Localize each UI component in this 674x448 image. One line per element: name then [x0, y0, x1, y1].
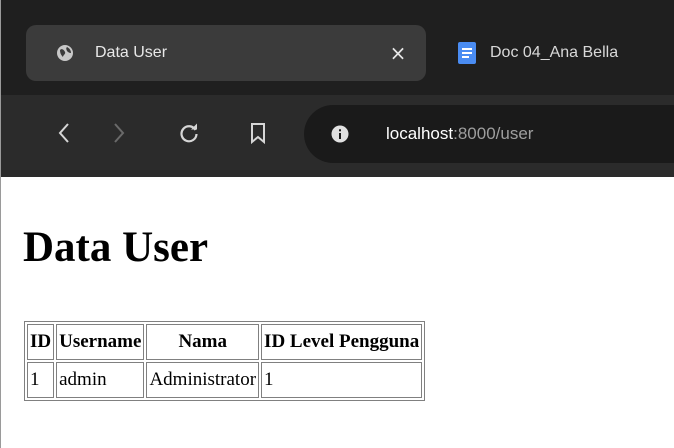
- table-cell: admin: [56, 362, 145, 398]
- chevron-right-icon: [114, 123, 125, 143]
- column-header: Username: [56, 324, 145, 360]
- table-cell: 1: [27, 362, 55, 398]
- column-header: ID Level Pengguna: [261, 324, 423, 360]
- info-icon[interactable]: [331, 125, 349, 143]
- forward-button[interactable]: [102, 116, 136, 150]
- address-bar[interactable]: localhost:8000/user: [304, 105, 674, 163]
- table-cell: Administrator: [146, 362, 260, 398]
- url-path: :8000/user: [453, 124, 534, 143]
- back-button[interactable]: [47, 116, 81, 150]
- bookmark-button[interactable]: [241, 116, 275, 150]
- url-host: localhost: [386, 124, 454, 143]
- tab-data-user[interactable]: Data User ×: [26, 25, 426, 81]
- chevron-left-icon: [58, 123, 69, 143]
- browser-toolbar: localhost:8000/user: [1, 95, 674, 177]
- url-text: localhost:8000/user: [386, 121, 533, 147]
- column-header: Nama: [146, 324, 260, 360]
- tab-title: Data User: [95, 44, 168, 61]
- user-table: ID Username Nama ID Level Pengguna 1 adm…: [24, 321, 426, 401]
- tab-doc[interactable]: Doc 04_Ana Bella: [444, 25, 674, 81]
- close-icon[interactable]: ×: [384, 39, 412, 67]
- tab-title: Doc 04_Ana Bella: [490, 44, 619, 61]
- bookmark-icon: [251, 123, 265, 144]
- globe-icon: [57, 45, 73, 61]
- docs-icon: [458, 42, 476, 64]
- reload-button[interactable]: [172, 116, 206, 150]
- table-row: 1 admin Administrator 1: [27, 362, 423, 398]
- table-cell: 1: [261, 362, 423, 398]
- tab-strip: Data User × Doc 04_Ana Bella: [1, 0, 674, 95]
- page-title: Data User: [23, 224, 209, 271]
- column-header: ID: [27, 324, 55, 360]
- table-header-row: ID Username Nama ID Level Pengguna: [27, 324, 423, 360]
- reload-icon: [180, 123, 198, 143]
